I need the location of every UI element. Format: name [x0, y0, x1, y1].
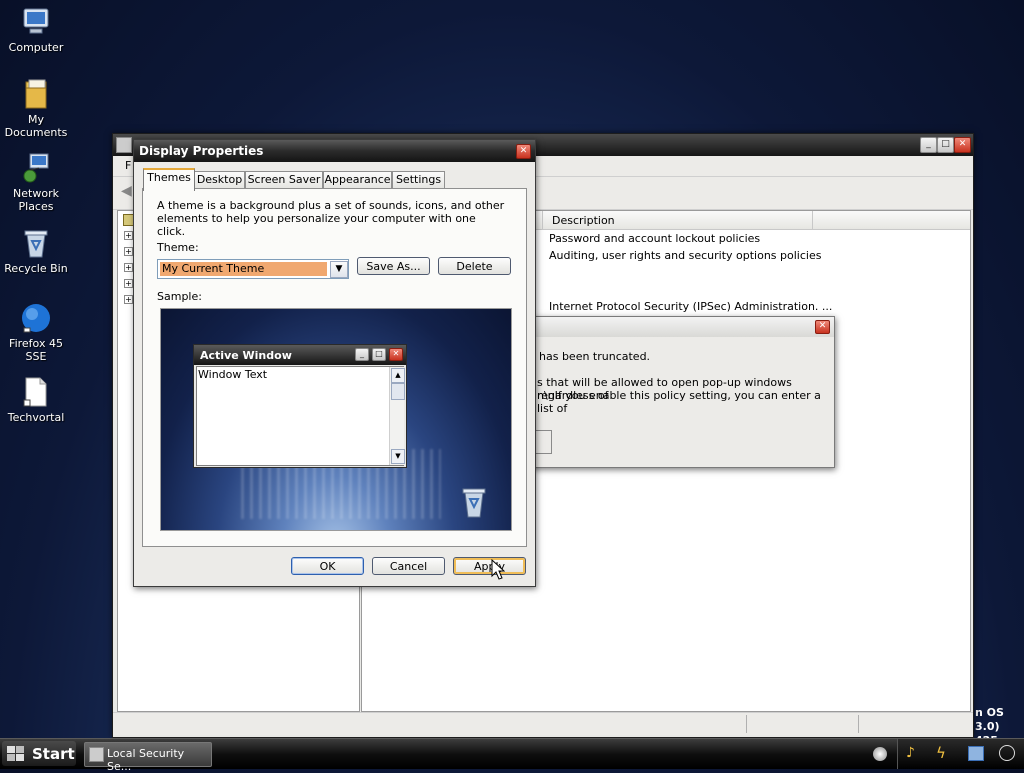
status-divider: [746, 715, 747, 733]
tree-expander[interactable]: +: [124, 295, 133, 304]
preview-active-window: Active Window _ □ ✕ Window Text ▲ ▼: [193, 344, 407, 468]
dialog-title-bar: Display Properties ✕: [134, 140, 535, 162]
network-icon[interactable]: [968, 746, 984, 761]
table-row[interactable]: Password and account lockout policies: [549, 232, 760, 245]
desktop-icon-label: Computer: [8, 41, 64, 54]
column-divider: [542, 211, 543, 229]
windows-logo-icon: [7, 746, 25, 765]
tree-expander[interactable]: +: [124, 247, 133, 256]
my-documents-icon: [20, 78, 52, 110]
preview-scrollbar: ▲ ▼: [389, 367, 405, 465]
tree-expander[interactable]: +: [124, 279, 133, 288]
desktop-icon-recycle-bin[interactable]: Recycle Bin: [0, 227, 74, 275]
desktop-icon-computer[interactable]: Computer: [0, 6, 74, 54]
maximize-icon: □: [372, 348, 386, 361]
mouse-cursor-icon: [491, 558, 506, 584]
tab-desktop[interactable]: Desktop: [194, 171, 245, 189]
start-button[interactable]: Start: [2, 741, 76, 766]
close-button[interactable]: ✕: [954, 137, 971, 153]
preview-client: Window Text ▲ ▼: [196, 366, 405, 466]
close-button[interactable]: ✕: [516, 144, 531, 159]
theme-select[interactable]: My Current Theme ▼: [157, 259, 349, 279]
tray-globe-icon[interactable]: [873, 747, 887, 761]
mmc-task-icon: [89, 747, 104, 762]
taskbar-task-local-security[interactable]: Local Security Se...: [84, 742, 212, 773]
theme-label: Theme:: [157, 241, 199, 254]
preview-title: Active Window: [200, 349, 292, 362]
policy-message-dialog: ✕ has been truncated. s that will be all…: [500, 316, 835, 468]
table-row[interactable]: Auditing, user rights and security optio…: [549, 249, 821, 262]
minimize-icon: _: [355, 348, 369, 361]
ok-button[interactable]: OK: [291, 557, 364, 575]
cancel-button[interactable]: Cancel: [372, 557, 445, 575]
theme-select-value: My Current Theme: [160, 262, 327, 276]
desktop-icon-techvortal[interactable]: Techvortal: [0, 376, 74, 424]
network-places-icon: [20, 152, 52, 184]
sample-label: Sample:: [157, 290, 202, 303]
watermark-line1: n OS 3.0): [975, 706, 1004, 733]
bell-icon[interactable]: ♪: [906, 745, 915, 761]
desktop-icon-label: Techvortal: [7, 411, 65, 424]
scroll-up-icon: ▲: [391, 368, 405, 383]
msg-line-1: has been truncated.: [539, 350, 651, 363]
tab-appearance[interactable]: Appearance: [323, 171, 392, 189]
tab-page: A theme is a background plus a set of so…: [142, 188, 527, 547]
theme-description: A theme is a background plus a set of so…: [157, 199, 505, 238]
desktop-icon-label: My Documents: [4, 113, 68, 139]
msg-title-bar: ✕: [501, 317, 834, 337]
tree-expander[interactable]: +: [124, 231, 133, 240]
desktop-icon-network-places[interactable]: Network Places: [0, 152, 74, 213]
tree-expander[interactable]: +: [124, 263, 133, 272]
mmc-status-bar: [113, 712, 973, 735]
computer-icon: [20, 6, 52, 38]
system-tray: ♪ ϟ: [897, 739, 1024, 769]
dialog-title: Display Properties: [139, 144, 264, 158]
recycle-bin-icon: [20, 227, 52, 259]
tab-settings[interactable]: Settings: [392, 171, 445, 189]
lightning-icon[interactable]: ϟ: [936, 744, 946, 762]
desktop-icon-label: Firefox 45 SSE: [9, 337, 63, 363]
table-row[interactable]: Internet Protocol Security (IPSec) Admin…: [549, 300, 832, 313]
delete-button[interactable]: Delete: [438, 257, 511, 275]
desktop-icon-firefox[interactable]: Firefox 45 SSE: [0, 302, 74, 363]
maximize-button[interactable]: □: [937, 137, 954, 153]
preview-title-bar: Active Window _ □ ✕: [194, 345, 406, 365]
document-icon: [20, 376, 52, 408]
desktop-icon-my-documents[interactable]: My Documents: [0, 78, 74, 139]
minimize-button[interactable]: _: [920, 137, 937, 153]
scroll-thumb: [391, 383, 405, 400]
desktop-icon-label: Network Places: [13, 187, 59, 213]
chevron-down-icon[interactable]: ▼: [330, 261, 348, 278]
tab-screen-saver[interactable]: Screen Saver: [245, 171, 323, 189]
msg-line-3: n\nIf you enable this policy setting, yo…: [537, 389, 821, 415]
firefox-icon: [20, 302, 52, 334]
mmc-app-icon: [116, 137, 132, 153]
back-arrow-icon[interactable]: ◀: [121, 183, 132, 199]
taskbar: Start Local Security Se... ♪ ϟ: [0, 738, 1024, 773]
recycle-bin-icon: [461, 486, 487, 521]
close-button[interactable]: ✕: [815, 320, 830, 334]
close-icon: ✕: [389, 348, 403, 361]
clock-icon[interactable]: [999, 745, 1015, 761]
scroll-down-icon: ▼: [391, 449, 405, 464]
tab-themes[interactable]: Themes: [143, 168, 195, 191]
status-divider: [858, 715, 859, 733]
desktop-icon-label: Recycle Bin: [4, 262, 68, 275]
menu-file[interactable]: F: [125, 159, 131, 172]
column-description[interactable]: Description: [552, 214, 615, 227]
task-label: Local Security Se...: [107, 747, 185, 773]
theme-preview: Active Window _ □ ✕ Window Text ▲ ▼: [160, 308, 512, 531]
preview-window-text: Window Text: [198, 368, 268, 381]
column-divider: [812, 211, 813, 229]
save-as-button[interactable]: Save As...: [357, 257, 430, 275]
start-label: Start: [32, 745, 75, 763]
apply-button[interactable]: Apply: [453, 557, 526, 575]
display-properties-dialog: Display Properties ✕ Themes Desktop Scre…: [133, 139, 536, 587]
